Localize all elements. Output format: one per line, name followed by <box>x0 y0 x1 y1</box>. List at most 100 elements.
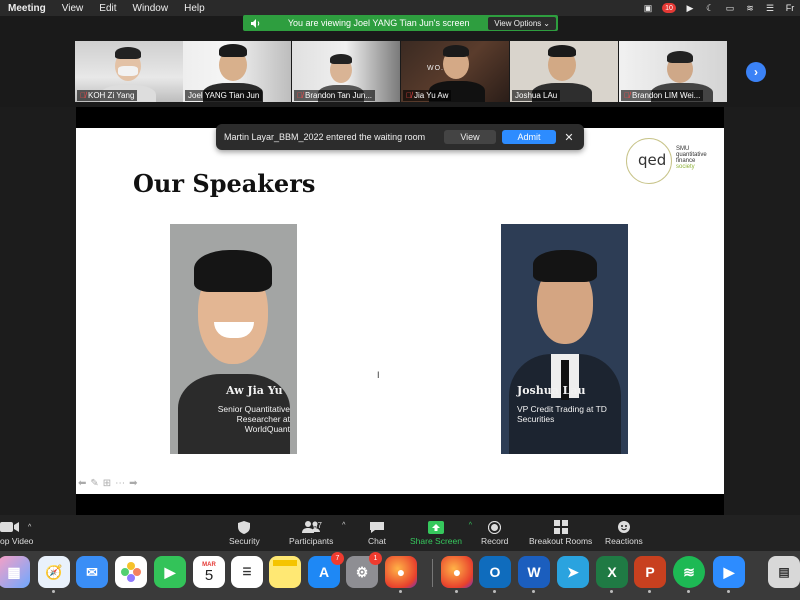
breakout-rooms-label: Breakout Rooms <box>529 536 593 546</box>
calendar-icon[interactable]: MAR 5 <box>193 556 225 588</box>
share-screen-caret-icon[interactable]: ^ <box>469 522 472 529</box>
record-button[interactable]: Record <box>481 518 508 546</box>
participant-name-label: Joshua LAu <box>512 90 561 101</box>
share-screen-button[interactable]: Share Screen ^ <box>410 518 472 546</box>
control-center-icon[interactable]: ☰ <box>764 3 776 13</box>
battery-icon[interactable]: ▭ <box>724 3 736 13</box>
qed-logo-line: society <box>676 164 695 170</box>
mail-icon[interactable]: ✉ <box>76 556 108 588</box>
speaker-name: Joshua Lau <box>517 384 586 397</box>
participants-button[interactable]: 37 Participants ^ <box>289 518 345 546</box>
smiley-plus-icon <box>617 518 631 536</box>
powerpoint-icon[interactable]: P <box>634 556 666 593</box>
video-options-caret-icon[interactable]: ^ <box>28 524 31 531</box>
previous-slide-arrow-icon[interactable]: ⬅ <box>78 478 86 489</box>
reactions-button[interactable]: Reactions <box>605 518 643 546</box>
qed-logo-mark: qed <box>638 151 667 169</box>
menu-view[interactable]: View <box>54 3 92 14</box>
participant-tile[interactable]: 🎙̸ KOH Zi Yang <box>75 41 183 102</box>
view-options-label: View Options <box>494 18 542 28</box>
stop-video-label: op Video <box>0 536 34 546</box>
speaker-icon <box>243 18 269 28</box>
word-icon[interactable]: W <box>518 556 550 593</box>
wifi-icon[interactable]: ≋ <box>744 3 756 13</box>
share-screen-icon <box>427 518 444 536</box>
spotify-icon[interactable]: ≋ <box>673 556 705 593</box>
mic-muted-icon: 🎙̸ <box>297 91 303 100</box>
participant-tile[interactable]: 🎙̸ Brandon LIM Wei... <box>619 41 727 102</box>
shared-screen-area: Our Speakers qed SMU quantitative financ… <box>0 107 800 515</box>
next-slide-arrow-icon[interactable]: ➡ <box>129 478 137 489</box>
participant-name-label: 🎙̸ KOH Zi Yang <box>77 90 138 101</box>
participant-tile[interactable]: 🎙̸ Brandon Tan Jun... <box>292 41 400 102</box>
menu-app-name[interactable]: Meeting <box>0 3 54 14</box>
participant-tile[interactable]: Joshua LAu <box>510 41 618 102</box>
more-options-icon[interactable]: ⋯ <box>115 478 125 489</box>
document-preview-icon[interactable]: ▤ <box>768 556 800 588</box>
mic-muted-icon: 🎙̸ <box>624 91 630 100</box>
waiting-room-message: Martin Layar_BBM_2022 entered the waitin… <box>224 132 426 142</box>
app-store-icon[interactable]: A7 <box>308 552 344 588</box>
participant-name: Jia Yu Aw <box>414 91 449 100</box>
presentation-slide: Our Speakers qed SMU quantitative financ… <box>76 128 724 494</box>
record-label: Record <box>481 536 509 546</box>
slide-navigation: ⬅ ✎ ⊞ ⋯ ➡ <box>78 478 138 489</box>
view-options-button[interactable]: View Options ⌄ <box>488 16 556 30</box>
view-waiting-room-button[interactable]: View <box>444 130 496 144</box>
slides-grid-icon[interactable]: ⊞ <box>103 478 111 489</box>
notes-icon[interactable] <box>269 556 301 588</box>
slide-title: Our Speakers <box>133 169 316 198</box>
outlook-icon[interactable]: O <box>479 556 511 593</box>
speaker-role: Senior Quantitative Researcher at WorldQ… <box>198 404 290 434</box>
participant-gallery: 🎙̸ KOH Zi Yang Joel YANG Tian Jun 🎙̸ Bra… <box>0 35 800 107</box>
letterbox-bottom <box>76 494 724 515</box>
screen-share-status-icon[interactable]: ▣ <box>642 3 654 13</box>
stop-video-button[interactable]: ^ op Video <box>0 518 33 546</box>
close-icon[interactable]: ✕ <box>562 131 576 144</box>
speaker-role-line: VP Credit Trading at TD <box>517 404 607 414</box>
screen-share-banner: You are viewing Joel YANG Tian Jun's scr… <box>243 15 558 31</box>
system-preferences-icon[interactable]: ⚙ 1 <box>346 552 382 588</box>
menu-help[interactable]: Help <box>176 3 213 14</box>
pen-icon[interactable]: ✎ <box>90 478 98 489</box>
participant-tile-active-speaker[interactable]: Joel YANG Tian Jun <box>183 41 291 102</box>
excel-icon[interactable]: X <box>596 556 628 593</box>
speaker-role-line: Senior Quantitative <box>217 404 290 414</box>
system-preferences-badge: 1 <box>369 552 382 565</box>
firefox-icon[interactable]: ● <box>385 556 417 593</box>
menu-status-area: ▣ 10 ▶ ☾ ▭ ≋ ☰ Fr <box>642 0 800 16</box>
chat-button[interactable]: Chat <box>368 518 386 546</box>
participant-name-label: 🎙̸ Brandon Tan Jun... <box>294 90 376 101</box>
participant-tile[interactable]: WO...ANT 🎙̸ Jia Yu Aw <box>401 41 509 102</box>
participants-caret-icon[interactable]: ^ <box>342 522 345 529</box>
notification-badge[interactable]: 10 <box>662 3 676 13</box>
menu-edit[interactable]: Edit <box>91 3 124 14</box>
chat-label: Chat <box>368 536 386 546</box>
speaker-photo-joshua-lau: Joshua Lau VP Credit Trading at TD Secur… <box>501 224 628 454</box>
speaker-name: Aw Jia Yu <box>226 384 283 397</box>
security-button[interactable]: Security <box>229 518 260 546</box>
firefox-icon[interactable]: ● <box>441 556 473 593</box>
participant-name: Joel YANG Tian Jun <box>188 91 260 100</box>
participant-name-label: Joel YANG Tian Jun <box>185 90 263 101</box>
moon-icon[interactable]: ☾ <box>704 3 716 13</box>
reminders-icon[interactable]: ☰ <box>231 556 263 588</box>
waiting-room-notification: Martin Layar_BBM_2022 entered the waitin… <box>216 124 584 150</box>
admit-button[interactable]: Admit <box>502 130 556 144</box>
next-page-arrow-icon[interactable]: › <box>746 62 766 82</box>
reactions-label: Reactions <box>605 536 643 546</box>
participants-label: Participants <box>289 536 334 546</box>
facetime-icon[interactable]: ▶ <box>154 556 186 588</box>
menu-window[interactable]: Window <box>125 3 177 14</box>
telegram-icon[interactable]: ➤ <box>557 556 589 588</box>
safari-icon[interactable]: 🧭 <box>38 556 70 593</box>
launchpad-icon[interactable]: ▦ <box>0 556 30 588</box>
breakout-rooms-button[interactable]: Breakout Rooms <box>529 518 592 546</box>
record-icon <box>488 518 502 536</box>
play-icon[interactable]: ▶ <box>684 3 696 13</box>
zoom-app-icon[interactable]: ▶ <box>713 556 745 593</box>
app-store-badge: 7 <box>331 552 344 565</box>
dock-separator <box>432 559 433 587</box>
photos-icon[interactable] <box>115 556 147 588</box>
participant-name-label: 🎙̸ Brandon LIM Wei... <box>621 90 704 101</box>
